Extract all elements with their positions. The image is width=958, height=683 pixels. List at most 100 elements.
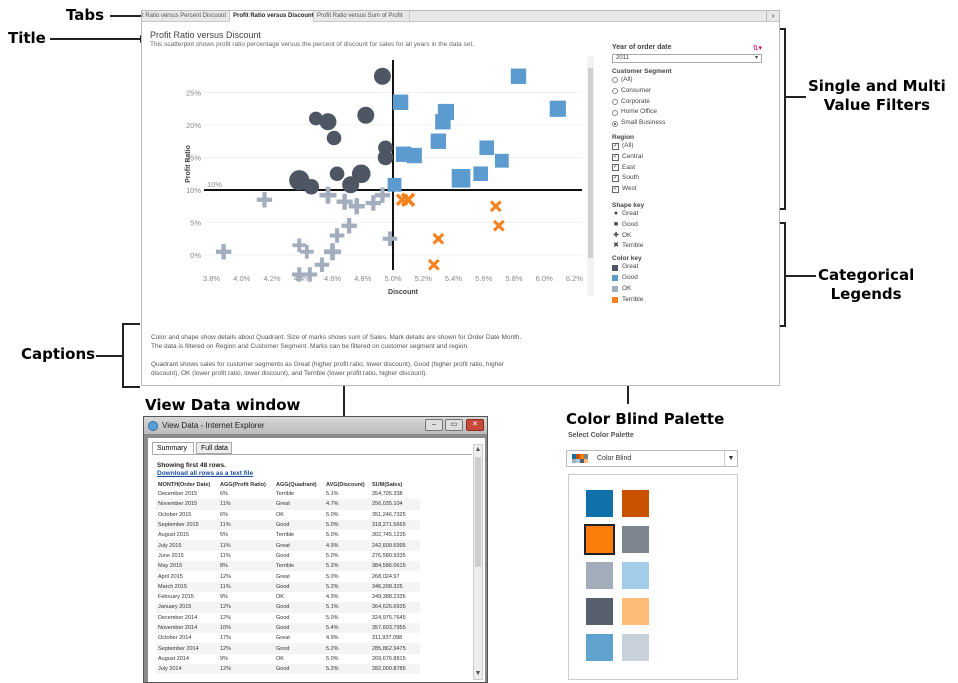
mark-good-square[interactable] [406,147,422,164]
column-header[interactable]: AGG(Profit Ratio) [218,480,274,489]
mark-good-square[interactable] [435,114,451,130]
mark-terrible-x[interactable] [427,258,440,271]
view-data-titlebar[interactable]: View Data - Internet Explorer – ▭ ✕ [144,417,487,434]
scroll-down-icon[interactable]: ▼ [474,669,482,679]
palette-swatch[interactable] [586,490,613,517]
view-data-scrollbar[interactable]: ▲ ▼ [473,444,483,680]
palette-swatch[interactable] [622,562,649,589]
tab-profit-ratio-vs-discount[interactable]: Profit Ratio versus Discount [230,11,314,22]
plot-scrollbar-thumb[interactable] [588,68,593,258]
region-option[interactable]: ✓ South [612,173,772,184]
palette-swatch[interactable] [584,524,615,555]
column-header[interactable]: AVG(Discount) [324,480,370,489]
mark-great-circle[interactable] [373,67,391,85]
plot-scrollbar[interactable] [587,56,594,296]
palette-swatch[interactable] [622,598,649,625]
mark-ok-cross[interactable] [256,192,273,208]
filter-options-icon[interactable]: ⇅▾ [753,44,762,52]
mark-good-square[interactable] [387,177,402,192]
palette-swatch[interactable] [586,562,613,589]
palette-swatch[interactable] [586,598,613,625]
close-button[interactable]: ✕ [466,419,484,431]
radio-button[interactable] [612,120,618,127]
checkbox[interactable]: ✓ [612,164,619,172]
maximize-button[interactable]: ▭ [445,419,463,431]
tab-profit-ratio-vs-percent-discount[interactable]: Profit Ratio versus Percent Discount [142,11,230,22]
tab-profit-ratio-vs-sum-of-profit[interactable]: Profit Ratio versus Sum of Profit [314,11,410,22]
mark-great-circle[interactable] [303,179,320,195]
table-cell: 5.0% [326,655,339,662]
tab-full-data[interactable]: Full data [196,442,232,454]
palette-dropdown[interactable]: Color Blind ▼ [566,450,738,467]
mark-terrible-x[interactable] [432,232,445,245]
column-header[interactable]: MONTH(Order Date) [156,480,218,489]
mark-good-square[interactable] [430,133,447,149]
region-option[interactable]: ✓ West [612,184,772,195]
download-rows-link[interactable]: Download all rows as a text file [157,470,253,477]
view-data-scrollbar-thumb[interactable] [475,457,481,567]
mark-great-circle[interactable] [377,149,394,166]
column-header[interactable]: SUM(Sales) [370,480,420,489]
mark-great-circle[interactable] [342,176,360,194]
mark-great-circle[interactable] [326,130,342,146]
mark-good-square[interactable] [479,140,495,156]
mark-good-square[interactable] [451,169,471,188]
mark-ok-cross[interactable] [382,231,398,247]
palette-swatch[interactable] [622,634,649,661]
radio-button[interactable] [612,98,618,105]
mark-ok-cross[interactable] [329,228,345,243]
mark-ok-cross[interactable] [314,257,330,273]
radio-button[interactable] [612,109,618,116]
captions-bracket-top [122,323,140,325]
segment-option-label: Small Business [621,119,666,127]
view-data-body: Summary Full data Showing first 48 rows.… [148,438,485,682]
region-option[interactable]: ✓ East [612,163,772,174]
table-cell: 5.0% [324,519,370,531]
palette-swatch[interactable] [586,634,613,661]
segment-option[interactable]: Home Office [612,107,772,118]
color-legend-label: Color key [612,255,642,263]
palette-swatch[interactable] [622,490,649,517]
tab-summary[interactable]: Summary [152,442,194,454]
region-option[interactable]: ✓ (All) [612,141,772,152]
mark-good-square[interactable] [392,94,409,110]
mark-good-square[interactable] [549,100,566,117]
radio-button[interactable] [612,77,618,84]
filters-callout-line-1: Single and Multi [808,77,946,95]
segment-option[interactable]: Consumer [612,86,772,97]
scroll-up-icon[interactable]: ▲ [474,445,482,455]
column-header[interactable]: AGG(Quadrant) [274,480,324,489]
segment-option[interactable]: Small Business [612,118,772,129]
mark-ok-cross[interactable] [365,195,382,211]
palette-swatch[interactable] [622,526,649,553]
year-dropdown[interactable]: 2011 ▾ [612,54,762,63]
region-option[interactable]: ✓ Central [612,152,772,163]
checkbox[interactable]: ✓ [612,153,619,161]
checkbox[interactable]: ✓ [612,175,619,183]
mark-good-square[interactable] [473,166,488,182]
sheet-title: Profit Ratio versus Discount [150,30,262,40]
mark-ok-cross[interactable] [215,244,232,260]
color-legend-item: Terrible [612,295,772,306]
checkbox[interactable]: ✓ [612,142,619,150]
palette-preview-icon [572,454,588,463]
minimize-button[interactable]: – [425,419,443,431]
legends-bracket [784,222,786,326]
mark-good-square[interactable] [494,153,509,168]
filters-bracket-connector [786,96,806,98]
radio-button[interactable] [612,88,618,95]
mark-great-circle[interactable] [357,106,375,124]
segment-option[interactable]: Corporate [612,97,772,108]
mark-ok-cross[interactable] [324,243,342,261]
tab-scroll-right-icon[interactable]: › [766,11,779,22]
table-row: July 2014 12% Good 5.2% 282,000.8785 [156,664,420,675]
mark-terrible-x[interactable] [489,200,502,213]
mark-great-circle[interactable] [329,166,345,182]
mark-great-circle[interactable] [319,113,337,131]
scatter-plot[interactable]: 0%5%10%15%20%25%3.8% 4.0% 4.2% 4.4% 4.6% 4.8%… [182,56,585,296]
mark-good-square[interactable] [510,68,527,84]
mark-ok-cross[interactable] [341,218,357,234]
segment-option[interactable]: (All) [612,75,772,86]
table-cell: April 2015 [158,573,183,580]
checkbox[interactable]: ✓ [612,186,619,194]
